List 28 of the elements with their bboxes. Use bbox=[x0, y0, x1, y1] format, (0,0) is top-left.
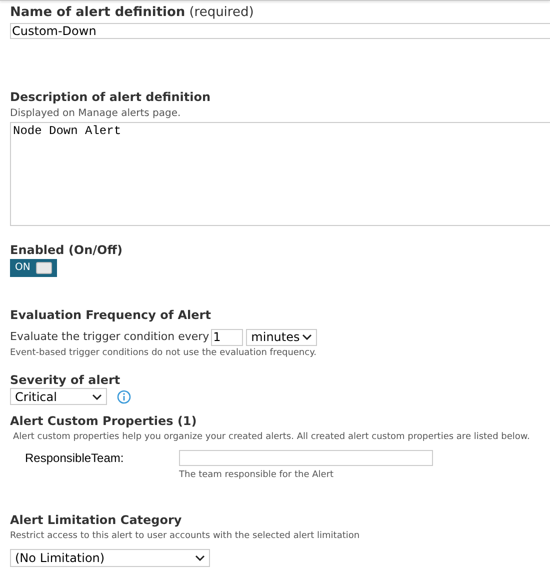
section-heading: Evaluation Frequency of Alert bbox=[10, 306, 212, 322]
section-heading: Severity of alert bbox=[10, 372, 122, 388]
chevron-down-icon bbox=[302, 334, 312, 340]
section-description: Restrict access to this alert to user accounts with the selected alert limitation bbox=[10, 530, 361, 543]
chevron-down-icon bbox=[195, 554, 205, 560]
toggle-knob bbox=[36, 262, 52, 274]
section-heading: Enabled (On/Off) bbox=[10, 242, 124, 258]
description-input[interactable]: Node Down Alert bbox=[10, 122, 550, 226]
frequency-label: Evaluate the trigger condition every bbox=[10, 328, 210, 345]
name-input[interactable]: Custom-Down bbox=[10, 22, 550, 38]
section-heading: Alert Custom Properties (1) bbox=[10, 413, 198, 429]
property-hint: The team responsible for the Alert bbox=[179, 468, 335, 482]
frequency-input[interactable]: 1 bbox=[211, 328, 244, 346]
unit-select[interactable]: minutes bbox=[246, 328, 318, 346]
frequency-note: Event-based trigger conditions do not use the evaluation frequency. bbox=[10, 346, 318, 360]
field-hint: Displayed on Manage alerts page. bbox=[10, 106, 182, 120]
info-icon[interactable] bbox=[117, 390, 131, 404]
field-label: Name of alert definition bbox=[10, 4, 186, 22]
property-label: ResponsibleTeam: bbox=[25, 450, 125, 466]
section-heading: Alert Limitation Category bbox=[10, 512, 183, 528]
severity-select[interactable]: Critical bbox=[10, 388, 107, 405]
section-heading: Description of alert definition bbox=[10, 88, 212, 104]
property-input[interactable] bbox=[179, 450, 433, 466]
section-description: Alert custom properties help you organize your created alerts. All created alert custom properties are listed below. bbox=[13, 431, 531, 444]
chevron-down-icon bbox=[92, 394, 102, 400]
toggle-switch[interactable]: ON bbox=[10, 258, 57, 276]
limitation-select[interactable]: (No Limitation) bbox=[10, 548, 210, 566]
required-note: (required) bbox=[189, 4, 254, 22]
